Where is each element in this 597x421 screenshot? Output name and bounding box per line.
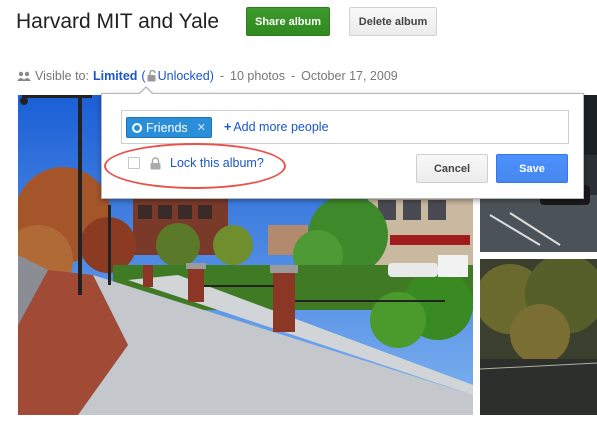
photo-count: 10 photos (230, 69, 285, 83)
highlight-ellipse (104, 143, 286, 189)
plus-icon: + (224, 120, 232, 134)
autumn-trees-image (480, 259, 597, 415)
add-more-people-label: Add more people (233, 120, 329, 134)
album-photo-thumbnail[interactable] (480, 259, 597, 415)
close-icon[interactable]: ✕ (197, 121, 206, 134)
delete-album-button[interactable]: Delete album (349, 7, 437, 36)
album-meta: Visible to: Limited ( Unlocked) - 10 pho… (17, 68, 398, 84)
visible-to-label: Visible to: (35, 69, 89, 83)
separator: - (290, 69, 296, 83)
unlocked-icon (147, 70, 156, 82)
people-icon (17, 71, 31, 81)
add-more-people-link[interactable]: + Add more people (224, 120, 329, 134)
save-button[interactable]: Save (496, 154, 568, 183)
friends-chip[interactable]: Friends ✕ (126, 117, 212, 138)
paren-open: ( (141, 69, 146, 83)
share-recipients-field[interactable]: Friends ✕ + Add more people (121, 110, 569, 144)
album-title: Harvard MIT and Yale (16, 10, 220, 33)
popup-arrow-inner (139, 88, 153, 95)
chip-label: Friends (146, 120, 188, 135)
circle-icon (132, 122, 142, 133)
album-date: October 17, 2009 (301, 69, 398, 83)
visibility-link[interactable]: Limited (93, 69, 137, 83)
separator: - (219, 69, 225, 83)
share-album-button[interactable]: Share album (246, 7, 330, 36)
cancel-button[interactable]: Cancel (416, 154, 488, 183)
lock-state-link[interactable]: Unlocked) (158, 69, 214, 83)
